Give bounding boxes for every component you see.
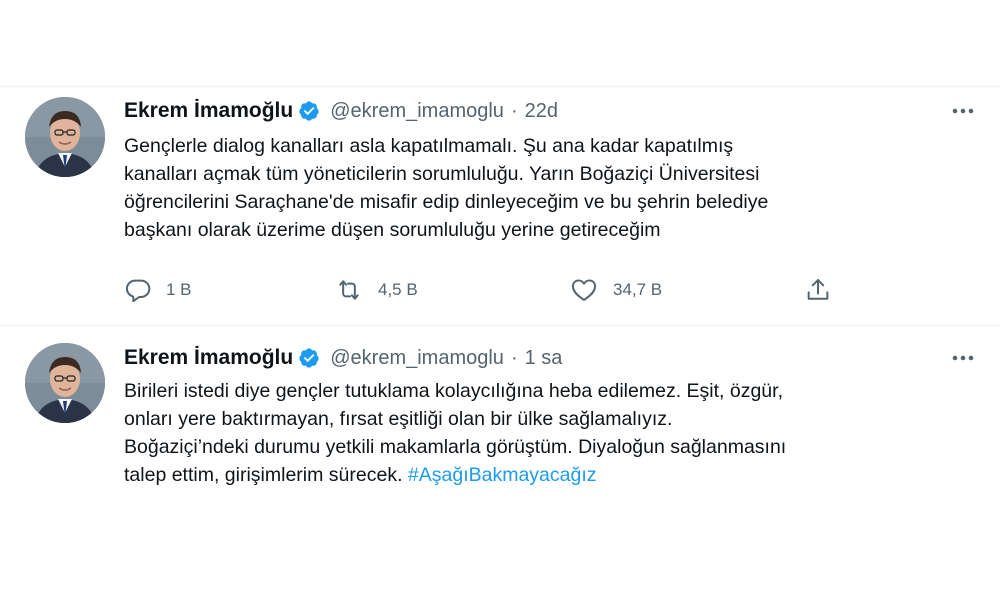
tweet[interactable]: Ekrem İmamoğlu @ekrem_imamoglu · 22d Gen… (0, 86, 1000, 326)
share-icon (804, 276, 832, 304)
timestamp[interactable]: 1 sa (525, 347, 563, 370)
avatar[interactable] (25, 343, 105, 423)
tweet-text-line: Birileri istedi diye gençler tutuklama k… (124, 380, 783, 402)
author-name[interactable]: Ekrem İmamoğlu (124, 346, 293, 370)
author-handle[interactable]: @ekrem_imamoglu (330, 100, 504, 123)
heart-icon (569, 276, 599, 304)
more-options-icon[interactable] (948, 345, 978, 371)
tweet[interactable]: Ekrem İmamoğlu @ekrem_imamoglu · 1 sa Bi… (0, 327, 1000, 527)
like-button[interactable]: 34,7 B (569, 276, 662, 304)
tweet-text-segment: talep ettim, girişimlerim sürecek. (124, 464, 403, 486)
tweet-text-line: Boğaziçi’ndeki durumu yetkili makamlarla… (124, 436, 787, 458)
reply-icon (124, 276, 152, 304)
avatar[interactable] (25, 97, 105, 177)
timestamp[interactable]: 22d (525, 100, 558, 123)
tweet-text: Gençlerle dialog kanalları asla kapatılm… (124, 132, 976, 244)
separator: · (510, 99, 518, 122)
tweet-text: Birileri istedi diye gençler tutuklama k… (124, 377, 976, 489)
reply-count: 1 B (166, 280, 192, 299)
tweet-text-line: kanalları açmak tüm yöneticilerin soruml… (124, 163, 760, 185)
tweet-text-line: başkanı olarak üzerime düşen sorumluluğu… (124, 219, 661, 241)
verified-badge-icon (298, 100, 320, 122)
author-name[interactable]: Ekrem İmamoğlu (124, 99, 293, 123)
tweet-actions: 1 B 4,5 B 34,7 B (124, 276, 864, 310)
retweet-button[interactable]: 4,5 B (334, 276, 418, 304)
tweet-text-line: talep ettim, girişimlerim sürecek. #Aşağ… (124, 461, 976, 489)
retweet-count: 4,5 B (378, 280, 418, 299)
tweet-text-line: onları yere baktırmayan, fırsat eşitliği… (124, 408, 673, 430)
author-handle[interactable]: @ekrem_imamoglu (330, 347, 504, 370)
tweet-header: Ekrem İmamoğlu @ekrem_imamoglu · 22d (124, 96, 980, 126)
tweet-text-line: öğrencilerini Saraçhane'de misafir edip … (124, 191, 769, 213)
tweet-text-line: Gençlerle dialog kanalları asla kapatılm… (124, 135, 734, 157)
share-button[interactable] (804, 276, 832, 304)
verified-badge-icon (298, 347, 320, 369)
more-options-icon[interactable] (948, 98, 978, 124)
separator: · (510, 346, 518, 369)
hashtag-link[interactable]: #AşağıBakmayacağız (408, 464, 597, 486)
tweet-header: Ekrem İmamoğlu @ekrem_imamoglu · 1 sa (124, 343, 980, 373)
like-count: 34,7 B (613, 280, 663, 299)
retweet-icon (334, 276, 364, 304)
timeline: Ekrem İmamoğlu @ekrem_imamoglu · 22d Gen… (0, 0, 1000, 600)
reply-button[interactable]: 1 B (124, 276, 192, 304)
